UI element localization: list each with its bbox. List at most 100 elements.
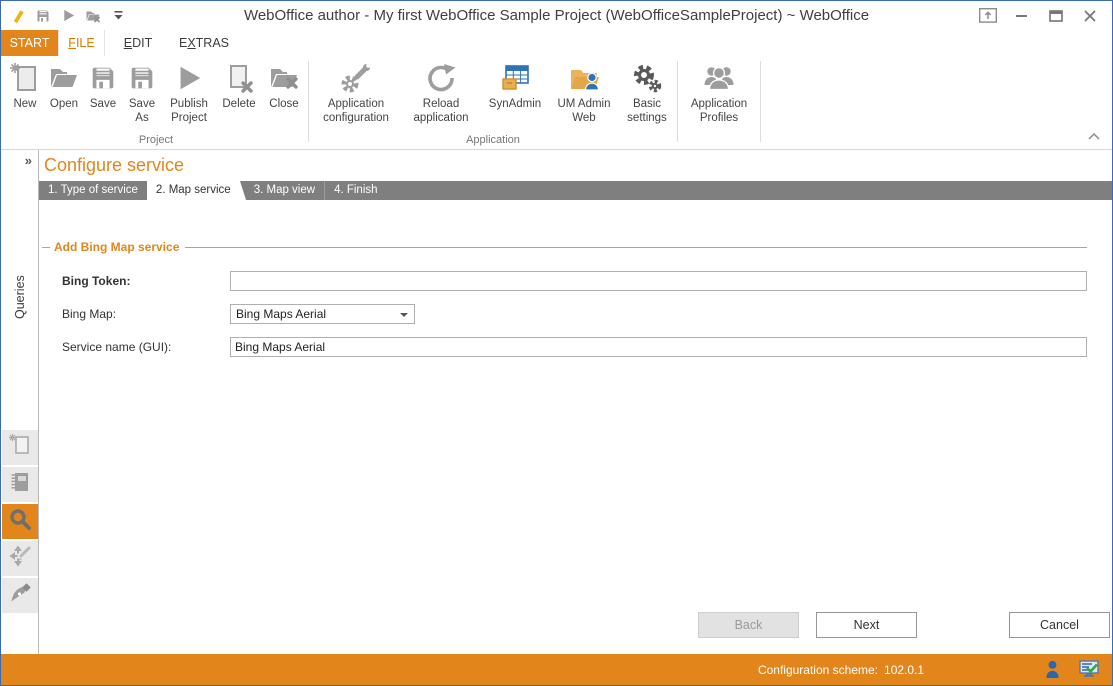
delete-button[interactable]: Delete [216,56,262,132]
bing-token-label: Bing Token: [62,274,230,288]
wizard-content: Configure service 1. Type of service 2. … [39,150,1112,654]
tab-file[interactable]: FILE [58,30,105,56]
wizard-step-bar: 1. Type of service 2. Map service 3. Map… [39,181,1112,200]
notebook-icon [8,470,32,499]
service-name-label: Service name (GUI): [62,340,230,354]
user-icon[interactable] [1045,660,1060,684]
publish-play-icon [174,59,204,97]
reload-icon [425,59,457,97]
bing-map-select[interactable]: Bing Maps Aerial [230,304,415,324]
quick-publish-icon[interactable] [59,7,77,25]
service-name-input[interactable] [230,337,1087,357]
ribbon-separator [760,61,761,142]
chevron-up-icon[interactable] [1088,127,1100,145]
open-folder-icon [48,59,80,97]
synadmin-table-icon [499,59,531,97]
sidebar-item-search[interactable] [2,504,38,539]
new-document-icon [9,59,41,97]
service-name-row: Service name (GUI): [42,337,1087,357]
bing-map-row: Bing Map: Bing Maps Aerial [42,304,1087,324]
quick-save-icon[interactable] [34,7,52,25]
save-button[interactable]: Save [84,56,122,132]
sidebar-item-notebook[interactable] [2,467,38,502]
maximize-icon[interactable] [1046,8,1066,24]
close-folder-icon [268,59,300,97]
wizard-step-4[interactable]: 4. Finish [324,181,386,200]
wizard-step-1[interactable]: 1. Type of service [39,181,147,200]
window-controls [978,8,1112,24]
new-button[interactable]: New [6,56,44,132]
cancel-button[interactable]: Cancel [1009,612,1110,638]
sidebar-item-pen[interactable] [2,578,38,613]
wizard-step-3[interactable]: 3. Map view [240,181,324,200]
tab-start[interactable]: START [1,30,58,56]
ribbon-tab-bar: START FILE EDIT EXTRAS [1,30,1112,56]
minimize-icon[interactable] [1012,8,1032,24]
configuration-scheme-value: 102.0.1 [884,663,924,677]
section-legend: Add Bing Map service [42,239,1087,255]
save-as-button[interactable]: Save As [122,56,162,132]
customize-dropdown-icon[interactable] [109,7,127,25]
basic-settings-button[interactable]: Basic settings [619,56,675,132]
new-query-icon [8,433,32,462]
tab-edit[interactable]: EDIT [105,30,171,56]
ribbon-group-profiles: Application Profiles [680,56,758,149]
ribbon-group-label-project: Project [6,134,306,149]
folder-user-icon [568,59,600,97]
bing-token-input[interactable] [230,271,1087,291]
pin-up-icon[interactable] [978,8,998,24]
ribbon-group-application: Application configuration Reload applica… [311,56,675,149]
configuration-scheme: Configuration scheme: 102.0.1 [691,654,991,685]
wizard-step-2[interactable]: 2. Map service [147,181,240,200]
save-as-icon [127,59,157,97]
ribbon-separator [308,61,309,142]
left-sidebar: » Queries [1,150,39,654]
synadmin-button[interactable]: SynAdmin [481,56,549,132]
reload-application-button[interactable]: Reload application [401,56,481,132]
bing-token-row: Bing Token: [42,271,1087,291]
status-bar: Configuration scheme: 102.0.1 [1,654,1112,685]
application-configuration-button[interactable]: Application configuration [311,56,401,132]
gear-wrench-icon [340,59,372,97]
application-profiles-button[interactable]: Application Profiles [680,56,758,132]
title-bar: WebOffice author - My first WebOffice Sa… [1,1,1112,30]
quick-close-project-icon[interactable] [84,7,102,25]
publish-project-button[interactable]: Publish Project [162,56,216,132]
gears-icon [631,59,663,97]
queries-panel-tab[interactable]: Queries [1,262,39,332]
bing-map-label: Bing Map: [62,307,230,321]
ribbon-separator [677,61,678,142]
main-area: » Queries [1,150,1112,654]
section-title: Add Bing Map service [50,240,185,254]
move-edit-arrows-icon [8,544,32,573]
expand-panel-icon[interactable]: » [25,153,32,168]
ribbon-group-project: New Open Save [6,56,306,149]
window-title: WebOffice author - My first WebOffice Sa… [1,7,1112,24]
sidebar-toolbar [2,430,38,613]
bing-map-selected-value: Bing Maps Aerial [236,307,326,321]
back-button[interactable]: Back [698,612,799,638]
delete-document-icon [223,59,255,97]
app-window: WebOffice author - My first WebOffice Sa… [0,0,1113,686]
close-button[interactable]: Close [262,56,306,132]
ribbon: New Open Save [1,56,1112,150]
bing-map-service-section: Add Bing Map service Bing Token: Bing Ma… [42,239,1087,357]
pen-icon [8,581,32,610]
um-admin-web-button[interactable]: UM Admin Web [549,56,619,132]
save-icon [88,59,118,97]
sidebar-item-move-edit[interactable] [2,541,38,576]
chevron-down-icon [400,313,408,317]
page-title: Configure service [39,150,1112,175]
tab-extras[interactable]: EXTRAS [171,30,237,56]
people-group-icon [703,59,735,97]
ribbon-group-label-application: Application [311,134,675,149]
open-button[interactable]: Open [44,56,84,132]
next-button[interactable]: Next [816,612,917,638]
search-icon [8,507,32,536]
configuration-scheme-label: Configuration scheme: [758,663,878,677]
quick-access-toolbar [1,7,127,25]
sidebar-item-new-query[interactable] [2,430,38,465]
close-icon[interactable] [1080,8,1100,24]
edit-pencil-icon[interactable] [9,7,27,25]
system-status-icon[interactable] [1079,660,1099,683]
